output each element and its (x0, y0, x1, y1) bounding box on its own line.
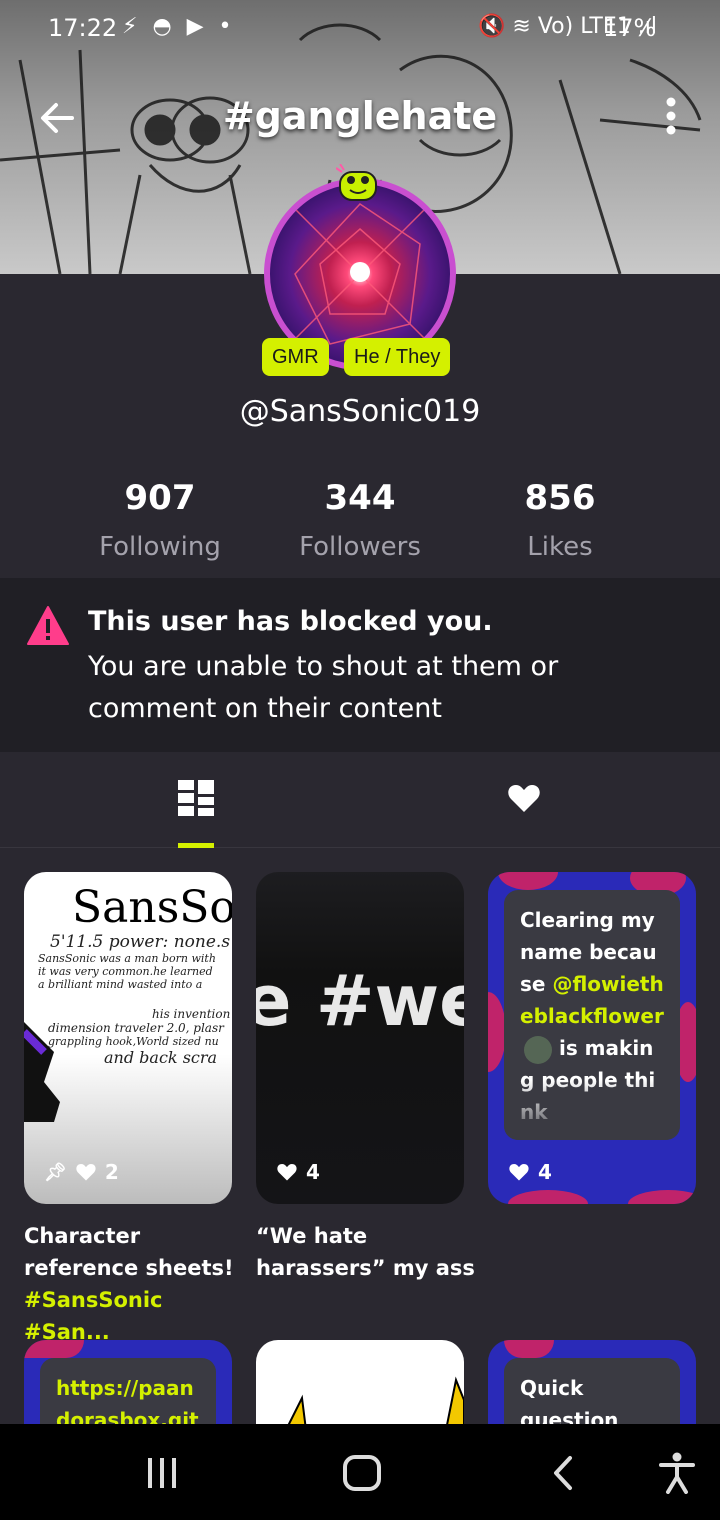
like-count: 4 (306, 1160, 320, 1184)
stat-label: Followers (299, 532, 421, 562)
thumbnail-line: and back scra (104, 1048, 218, 1067)
thumbnail-drawing (284, 1376, 464, 1430)
post-stats: 4 (508, 1160, 552, 1184)
username: @SansSonic019 (239, 394, 481, 429)
post-text: Quick question (504, 1358, 680, 1430)
warning-icon (27, 606, 69, 645)
pin-icon: 📌︎ (44, 1161, 67, 1183)
active-tab-indicator (178, 843, 214, 848)
post-card[interactable]: SansSo 5'11.5 power: none.s SansSonic wa… (24, 872, 232, 1204)
stat-following[interactable]: 907 Following (60, 478, 260, 562)
frog-sticker-icon (336, 164, 377, 201)
stat-followers[interactable]: 344 Followers (260, 478, 460, 562)
thumbnail-line: a brilliant mind wasted into a (38, 978, 203, 991)
caption-text: Character reference sheets! (24, 1224, 234, 1280)
thumbnail-line: SansSonic was a man born with (38, 952, 216, 965)
thumbnail-title: SansSo (72, 882, 232, 933)
heart-icon (509, 1164, 529, 1181)
sketch-boot-icon (24, 1022, 60, 1122)
mention-avatar (524, 1035, 552, 1064)
heart-icon (277, 1164, 297, 1181)
status-time: 17:22 (48, 14, 118, 42)
post-text: https://paandorasbox.gith (40, 1358, 216, 1430)
post-stats: 4 (276, 1160, 320, 1184)
stat-likes[interactable]: 856 Likes (460, 478, 660, 562)
caption-hashtags[interactable]: #SansSonic #San... (24, 1288, 163, 1344)
back-nav-icon[interactable] (548, 1454, 578, 1492)
thumbnail-line: it was very common.he learned (38, 965, 213, 978)
post-stats: 📌︎ 2 (44, 1160, 119, 1184)
post-caption[interactable]: Character reference sheets! #SansSonic #… (24, 1220, 244, 1348)
accessibility-icon[interactable] (658, 1452, 696, 1494)
status-bar: 17:22 ⚡ ◓ ▶ • 🔇 ≋ Vo) LTE1 .ıl 17% (0, 0, 720, 60)
like-count: 4 (538, 1160, 552, 1184)
battery-level: 17% (603, 14, 657, 42)
badge-gmr: GMR (262, 338, 329, 376)
post-card[interactable]: https://paandorasbox.gith (24, 1340, 232, 1430)
notification-icons: ⚡ ◓ ▶ • (122, 14, 236, 39)
stat-label: Following (99, 532, 221, 562)
more-options-icon[interactable] (656, 96, 686, 136)
thumbnail-line: grappling hook,World sized nu (48, 1035, 219, 1048)
liked-heart-icon[interactable] (506, 780, 542, 816)
thumbnail-line: 5'11.5 power: none.s (50, 932, 231, 952)
recent-apps-icon[interactable] (144, 1456, 180, 1490)
page-title: #ganglehate (222, 94, 498, 138)
stat-label: Likes (527, 532, 593, 562)
post-card[interactable]: Clearing my name because @flowietheblack… (488, 872, 696, 1204)
text-post-bubble: Clearing my name because @flowietheblack… (504, 890, 680, 1140)
badge-pronouns: He / They (344, 338, 451, 376)
like-count: 2 (104, 1160, 119, 1184)
system-nav-bar (0, 1424, 720, 1520)
stat-value: 907 (124, 478, 196, 518)
posts-grid-icon[interactable] (176, 778, 216, 818)
post-caption[interactable]: “We hate harassers” my ass (256, 1220, 476, 1284)
stat-value: 344 (324, 478, 396, 518)
post-card[interactable]: e #we 4 (256, 872, 464, 1204)
post-card[interactable] (256, 1340, 464, 1430)
home-icon[interactable] (342, 1454, 382, 1492)
content-tabs (0, 752, 720, 848)
post-card[interactable]: Quick question (488, 1340, 696, 1430)
heart-icon (76, 1164, 96, 1181)
thumbnail-text: e #we (256, 960, 464, 1042)
stat-value: 856 (524, 478, 596, 518)
blocked-title: This user has blocked you. (88, 606, 493, 637)
thumbnail-line: dimension traveler 2.0, plasr (48, 1021, 224, 1035)
blocked-message: You are unable to shout at them or comme… (88, 651, 559, 724)
thumbnail-line: his invention (152, 1007, 231, 1021)
